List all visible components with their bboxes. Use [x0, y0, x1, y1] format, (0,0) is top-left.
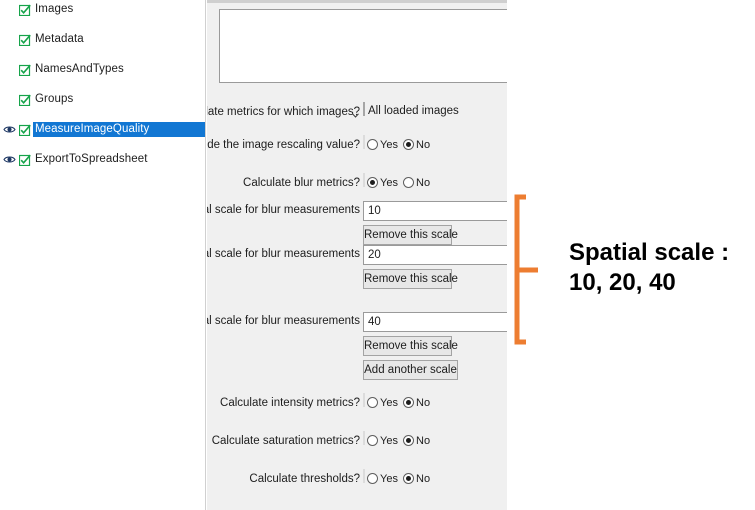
remove-this-scale-button-3[interactable]: Remove this scale	[363, 336, 458, 356]
radio-no[interactable]	[403, 397, 414, 408]
setting-label: Spatial scale for blur measurements	[207, 315, 360, 327]
sidebar-item-images[interactable]: Images	[0, 2, 205, 17]
input-value: 20	[368, 249, 381, 261]
setting-spatial-scale-3: Spatial scale for blur measurements 40	[207, 312, 507, 334]
annotation-line-2: 10, 20, 40	[569, 269, 676, 296]
input-value: 10	[368, 205, 381, 217]
setting-label: Calculate blur metrics?	[243, 177, 360, 189]
eye-icon[interactable]	[3, 124, 16, 135]
input-value: 40	[368, 316, 381, 328]
radio-no-label: No	[416, 435, 431, 447]
radio-yes[interactable]	[367, 177, 378, 188]
remove-this-scale-button-1[interactable]: Remove this scale	[363, 225, 458, 245]
eye-icon[interactable]	[3, 154, 16, 165]
chevron-down-icon	[352, 109, 359, 118]
radio-yes-label: Yes	[380, 473, 398, 485]
add-another-scale-button[interactable]: Add another scale	[363, 360, 458, 380]
panel-top-divider	[207, 0, 507, 3]
setting-label: Calculate thresholds?	[249, 473, 360, 485]
checkbox-checked-icon[interactable]	[18, 34, 31, 47]
spatial-scale-input-1[interactable]: 10	[363, 201, 507, 221]
setting-label: Calculate saturation metrics?	[211, 435, 360, 447]
radio-no-label: No	[416, 397, 431, 409]
spatial-scale-input-2[interactable]: 20	[363, 245, 507, 265]
sidebar-item-measureimagequality[interactable]: MeasureImageQuality	[0, 122, 205, 137]
setting-include-image-rescaling-value: Include the image rescaling value? Yes N…	[207, 135, 507, 158]
sidebar-item-label: Metadata	[35, 33, 84, 45]
setting-calculate-blur-metrics: Calculate blur metrics? Yes No	[207, 173, 507, 196]
checkbox-checked-icon[interactable]	[18, 64, 31, 77]
checkbox-checked-icon[interactable]	[18, 154, 31, 167]
setting-calculate-saturation-metrics: Calculate saturation metrics? Yes No	[207, 431, 507, 454]
setting-calculate-intensity-metrics: Calculate intensity metrics? Yes No	[207, 393, 507, 416]
setting-label: Include the image rescaling value?	[207, 139, 360, 151]
pipeline-module-sidebar: Images Metadata NamesAndTypes Groups Mea…	[0, 0, 206, 510]
radio-yes-label: Yes	[380, 435, 398, 447]
radio-no-label: No	[416, 177, 431, 189]
setting-label: Spatial scale for blur measurements	[207, 248, 360, 260]
orange-brace-icon	[512, 190, 567, 353]
setting-label: Calculate metrics for which images?	[207, 106, 360, 118]
images-scope-dropdown[interactable]: All loaded images	[352, 102, 459, 118]
radio-no[interactable]	[403, 139, 414, 150]
radio-yes-label: Yes	[380, 177, 398, 189]
sidebar-item-label: Images	[35, 3, 74, 15]
checkbox-checked-icon[interactable]	[18, 124, 31, 137]
dropdown-value: All loaded images	[368, 105, 459, 117]
spatial-scale-input-3[interactable]: 40	[363, 312, 507, 332]
sidebar-item-exporttospreadsheet[interactable]: ExportToSpreadsheet	[0, 152, 205, 167]
sidebar-item-groups[interactable]: Groups	[0, 92, 205, 107]
sidebar-item-label: NamesAndTypes	[35, 63, 124, 75]
annotation-line-1: Spatial scale :	[569, 239, 730, 266]
radio-no[interactable]	[403, 177, 414, 188]
remove-this-scale-button-2[interactable]: Remove this scale	[363, 269, 458, 289]
setting-label: Spatial scale for blur measurements	[207, 204, 360, 216]
radio-yes-label: Yes	[380, 139, 398, 151]
sidebar-item-label: Groups	[35, 93, 74, 105]
annotation-text: Spatial scale : 10, 20, 40	[569, 238, 755, 298]
calculate-intensity-radio-group[interactable]: Yes No	[363, 393, 430, 409]
calculate-blur-radio-group[interactable]: Yes No	[363, 173, 430, 189]
module-notes-textarea[interactable]	[219, 9, 507, 83]
calculate-saturation-radio-group[interactable]: Yes No	[363, 431, 430, 447]
sidebar-item-metadata[interactable]: Metadata	[0, 32, 205, 47]
setting-spatial-scale-1: Spatial scale for blur measurements 10	[207, 201, 507, 223]
radio-no-label: No	[416, 473, 431, 485]
annotation-overlay: Spatial scale : 10, 20, 40	[507, 0, 755, 510]
radio-no-label: No	[416, 139, 431, 151]
checkbox-checked-icon[interactable]	[18, 4, 31, 17]
setting-calculate-metrics-for-which-images: Calculate metrics for which images? All …	[207, 102, 507, 125]
radio-yes[interactable]	[367, 139, 378, 150]
radio-yes[interactable]	[367, 435, 378, 446]
radio-yes[interactable]	[367, 397, 378, 408]
module-settings-panel: Calculate metrics for which images? All …	[207, 0, 507, 510]
include-rescaling-radio-group[interactable]: Yes No	[363, 135, 430, 151]
sidebar-item-namesandtypes[interactable]: NamesAndTypes	[0, 62, 205, 77]
sidebar-item-label: MeasureImageQuality	[35, 123, 150, 135]
radio-yes[interactable]	[367, 473, 378, 484]
setting-calculate-thresholds: Calculate thresholds? Yes No	[207, 469, 507, 492]
sidebar-item-label: ExportToSpreadsheet	[35, 153, 148, 165]
setting-label: Calculate intensity metrics?	[220, 397, 360, 409]
checkbox-checked-icon[interactable]	[18, 94, 31, 107]
radio-yes-label: Yes	[380, 397, 398, 409]
radio-no[interactable]	[403, 435, 414, 446]
radio-no[interactable]	[403, 473, 414, 484]
setting-spatial-scale-2: Spatial scale for blur measurements 20	[207, 245, 507, 267]
calculate-thresholds-radio-group[interactable]: Yes No	[363, 469, 430, 485]
